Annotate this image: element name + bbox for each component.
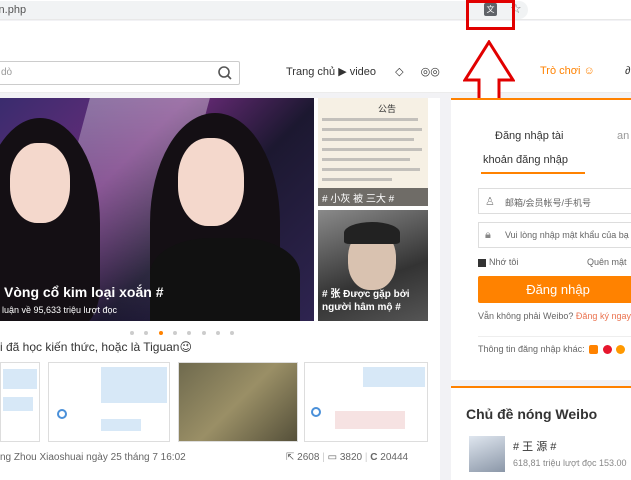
hot-topic-name[interactable]: # 王 源 # bbox=[513, 438, 556, 454]
notice-title: 公告 bbox=[378, 104, 397, 114]
discover-icon: ◎◎ bbox=[420, 66, 440, 78]
comment-icon[interactable]: ▭ bbox=[328, 452, 337, 463]
nav-game-link[interactable]: Trò chơi ☺ bbox=[540, 65, 595, 77]
notice-text-line bbox=[322, 128, 422, 131]
search-placeholder: dò bbox=[1, 67, 13, 78]
nav-video-label: video bbox=[349, 66, 376, 78]
toolbar-strip bbox=[0, 21, 631, 53]
password-placeholder: Vui lòng nhập mật khẩu của bạ bbox=[505, 230, 629, 240]
carousel-dot-active[interactable] bbox=[158, 331, 163, 335]
notice-text-line bbox=[322, 148, 422, 151]
other-login-label: Thông tin đăng nhập khác: bbox=[478, 344, 585, 354]
play-icon: ▶ bbox=[338, 66, 350, 78]
carousel-dots bbox=[130, 324, 241, 335]
like-count[interactable]: 20444 bbox=[380, 452, 408, 463]
username-field[interactable]: ♙ 邮箱/会员帐号/手机号 bbox=[478, 188, 631, 214]
password-field[interactable]: 🔒︎ Vui lòng nhập mật khẩu của bạ bbox=[478, 222, 631, 248]
url-field[interactable]: gin.php bbox=[0, 1, 528, 19]
person-right-outfit bbox=[150, 238, 300, 321]
tag-icon: ◇ bbox=[395, 66, 404, 78]
nav-home-link[interactable]: Trang chủ ▶ video ◇ ◎◎ bbox=[286, 65, 440, 78]
other-login-options: Thông tin đăng nhập khác: bbox=[478, 344, 626, 355]
person-right-face bbox=[178, 138, 244, 226]
post-thumbnail[interactable] bbox=[178, 362, 298, 442]
username-placeholder: 邮箱/会员帐号/手机号 bbox=[505, 198, 592, 208]
login-tab-underline bbox=[481, 172, 585, 174]
hero-subcaption: luận về 95,633 triệu lượt đọc bbox=[2, 305, 117, 315]
nav-game-label: Trò chơi bbox=[540, 65, 581, 77]
thumb-dot bbox=[57, 409, 67, 419]
carousel-dot[interactable] bbox=[201, 331, 206, 335]
hot-topic-avatar[interactable] bbox=[469, 436, 505, 472]
photo-cap bbox=[344, 222, 400, 244]
forgot-password-link[interactable]: Quên mật bbox=[587, 257, 627, 267]
thumb-block bbox=[3, 369, 37, 389]
taobao-icon[interactable] bbox=[616, 345, 626, 355]
lock-icon: 🔒︎ bbox=[485, 229, 491, 241]
user-icon: ♙ bbox=[485, 196, 495, 208]
repost-icon[interactable]: ⇱ bbox=[286, 452, 294, 463]
notice-text-line bbox=[322, 158, 410, 161]
register-prefix: Vẫn không phải Weibo? bbox=[478, 311, 574, 321]
remember-me-checkbox[interactable]: Nhớ tôi bbox=[478, 257, 518, 267]
nav-home-label: Trang chủ bbox=[286, 66, 336, 78]
hot-topics-panel: Chủ đề nóng Weibo # 王 源 # 618,81 triệu l… bbox=[451, 386, 631, 480]
weibo-nav: dò Trang chủ ▶ video ◇ ◎◎ Trò chơi ☺ ∂ bbox=[0, 53, 631, 93]
game-icon: ☺ bbox=[583, 65, 595, 77]
comment-count[interactable]: 3820 bbox=[340, 452, 362, 463]
alipay-icon[interactable] bbox=[602, 345, 612, 355]
post-title[interactable]: i đã học kiến thức, hoặc là Tiguan😉 bbox=[0, 340, 192, 354]
login-panel: Đăng nhập tài khoản đăng nhập an ♙ 邮箱/会员… bbox=[451, 98, 631, 380]
nav-extra-icon[interactable]: ∂ bbox=[625, 65, 630, 77]
login-tab-account[interactable]: Đăng nhập tài bbox=[495, 130, 564, 142]
weibo-app-icon[interactable] bbox=[589, 345, 599, 355]
thumb-block bbox=[101, 367, 167, 403]
thumb-dot bbox=[311, 407, 321, 417]
divider bbox=[478, 336, 631, 337]
hot-topics-title: Chủ đề nóng Weibo bbox=[466, 406, 598, 422]
post-stats: ⇱ 2608 | ▭ 3820 | C 20444 bbox=[286, 452, 409, 463]
register-link[interactable]: Đăng ký ngay bbox=[576, 311, 631, 321]
side-photo-caption[interactable]: # 张 Được gặp bởi người hâm mộ # bbox=[322, 288, 430, 314]
login-button[interactable]: Đăng nhập bbox=[478, 276, 631, 303]
search-icon[interactable] bbox=[217, 65, 233, 81]
repost-count[interactable]: 2608 bbox=[297, 452, 319, 463]
post-thumbnail[interactable] bbox=[48, 362, 170, 442]
notice-text-line bbox=[322, 178, 392, 181]
checkbox-icon[interactable] bbox=[478, 258, 486, 267]
thumb-block bbox=[363, 367, 425, 387]
notice-text-line bbox=[322, 168, 420, 171]
like-icon[interactable]: C bbox=[370, 452, 377, 463]
login-tab-other[interactable]: an bbox=[617, 130, 629, 142]
post-thumbnail[interactable] bbox=[0, 362, 40, 442]
post-thumbnail[interactable] bbox=[304, 362, 428, 442]
notice-text-line bbox=[322, 138, 414, 141]
carousel-dot[interactable] bbox=[173, 331, 178, 335]
thumb-block bbox=[101, 419, 141, 431]
annotation-highlight-box bbox=[466, 0, 515, 30]
login-tab-account-line2[interactable]: khoản đăng nhập bbox=[483, 154, 568, 166]
register-prompt: Vẫn không phải Weibo? Đăng ký ngay bbox=[478, 311, 631, 321]
carousel-dot[interactable] bbox=[130, 331, 134, 335]
person-left-face bbox=[10, 143, 70, 223]
notice-text-line bbox=[322, 118, 418, 121]
thumb-block bbox=[3, 397, 33, 411]
post-meta: ng Zhou Xiaoshuai ngày 25 tháng 7 16:02 bbox=[0, 452, 186, 463]
remember-label: Nhớ tôi bbox=[489, 257, 519, 267]
search-input[interactable]: dò bbox=[0, 61, 240, 85]
notice-tag-caption[interactable]: # 小灰 被 三大 # bbox=[318, 188, 428, 206]
browser-address-bar: gin.php 文 ☆ bbox=[0, 0, 631, 20]
thumb-block bbox=[335, 411, 405, 429]
hero-caption[interactable]: Vòng cổ kim loại xoắn # bbox=[4, 284, 163, 300]
hot-topic-reads: 618,81 triệu lượt đọc 153.00 bbox=[513, 458, 627, 468]
url-text: gin.php bbox=[0, 4, 27, 16]
